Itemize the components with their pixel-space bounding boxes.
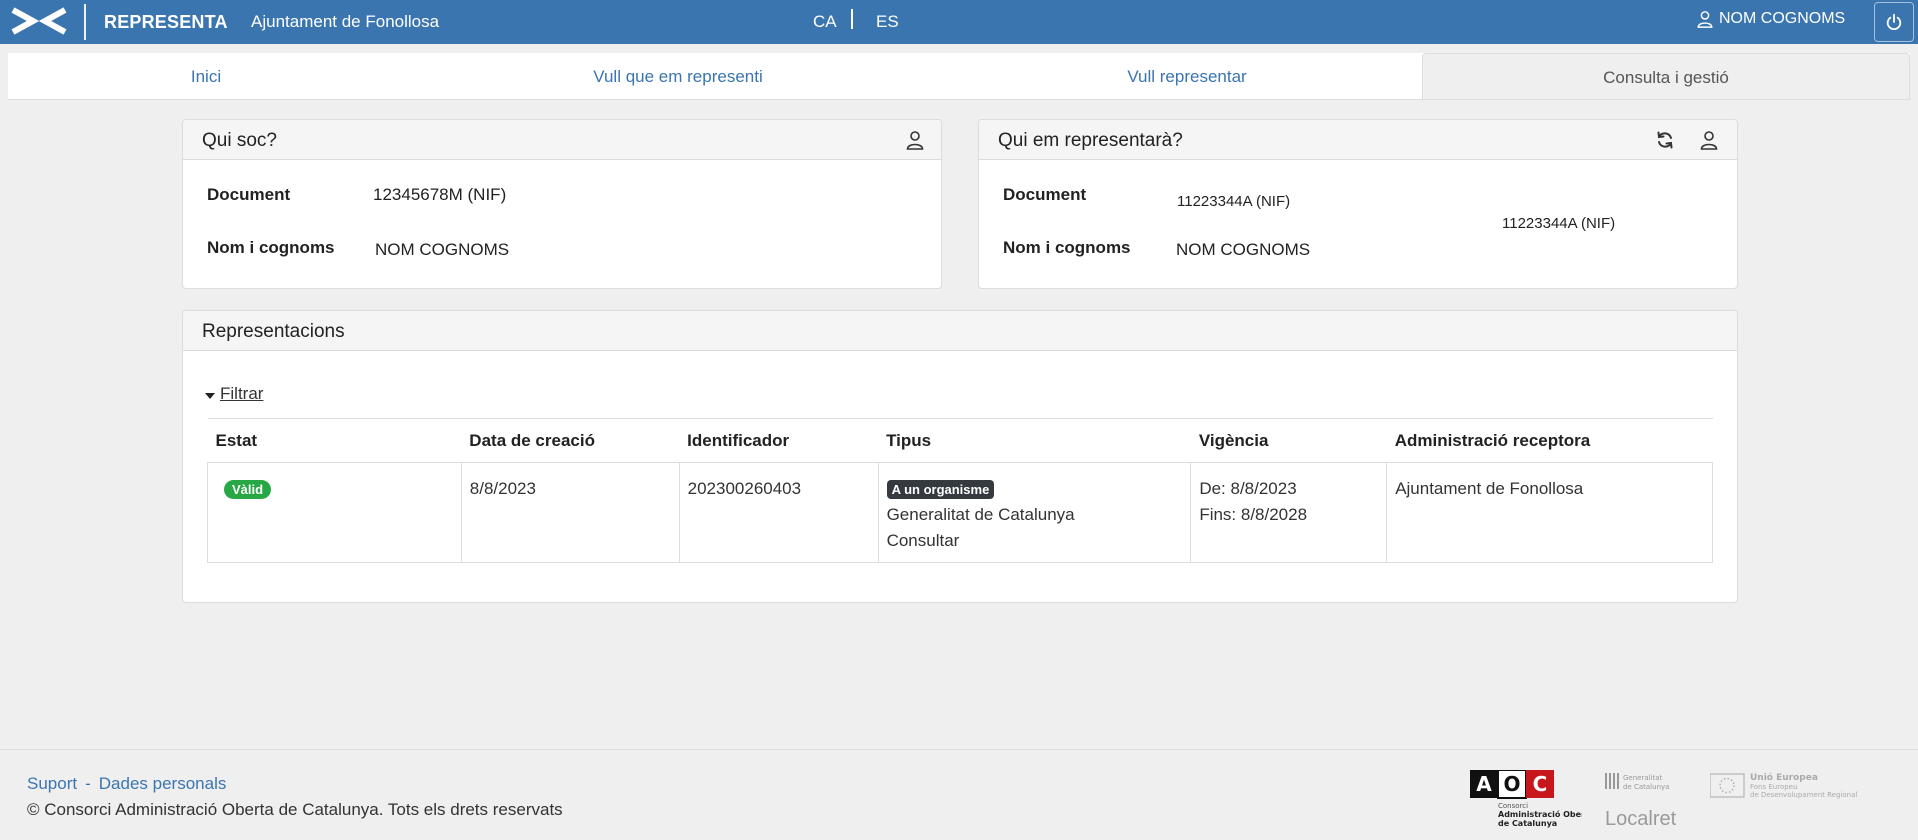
main-tabs: Inici Vull que em representi Vull repres… (8, 53, 1910, 100)
representacions-title: Representacions (202, 321, 345, 342)
localret-logo[interactable]: Localret (1605, 808, 1676, 831)
app-name[interactable]: REPRESENTA (104, 12, 228, 33)
copyright: © Consorci Administració Oberta de Catal… (27, 800, 563, 819)
logout-button[interactable] (1874, 2, 1914, 42)
svg-text:O: O (1503, 772, 1520, 796)
svg-text:A: A (1476, 772, 1492, 796)
user-icon[interactable] (905, 130, 925, 150)
receiving-administration: Ajuntament de Fonollosa (1395, 479, 1584, 498)
tab-vull-que-em-representi[interactable]: Vull que em representi (404, 53, 952, 99)
document-value: 11223344A (NIF) (1177, 193, 1291, 210)
table-header-row: Estat Data de creació Identificador Tipu… (207, 418, 1713, 463)
svg-text:C: C (1533, 772, 1548, 796)
svg-text:Generalitat: Generalitat (1623, 774, 1663, 782)
filter-toggle[interactable]: Filtrar (205, 384, 263, 404)
entity-name: Ajuntament de Fonollosa (251, 12, 440, 31)
cell-data-creacio: 8/8/2023 (460, 462, 680, 563)
column-header-vigencia[interactable]: Vigència (1190, 418, 1387, 463)
language-es-link[interactable]: ES (876, 12, 899, 32)
user-icon (1697, 11, 1713, 28)
tab-consulta-i-gestio[interactable]: Consulta i gestió (1422, 53, 1910, 99)
eu-logo-icon[interactable]: Unió Europea Fons Europeu de Desenvolupa… (1710, 770, 1886, 800)
user-name: NOM COGNOMS (1719, 10, 1846, 27)
cell-identificador: 202300260403 (678, 462, 879, 563)
footer-link-separator: - (85, 774, 91, 793)
top-navbar: REPRESENTA Ajuntament de Fonollosa CA ES… (0, 0, 1918, 44)
name-value: NOM COGNOMS (375, 240, 510, 259)
qui-soc-title: Qui soc? (202, 130, 277, 151)
column-header-administracio[interactable]: Administració receptora (1386, 418, 1713, 463)
qui-soc-panel: Qui soc? Document 12345678M (NIF) Nom i … (182, 119, 942, 289)
column-header-tipus[interactable]: Tipus (878, 418, 1191, 463)
footer-links: Suport - Dades personals (27, 774, 226, 794)
document-label: Document (1003, 185, 1087, 204)
language-divider (851, 9, 853, 29)
column-header-estat[interactable]: Estat (207, 418, 462, 463)
validity-to: Fins: 8/8/2028 (1199, 505, 1308, 524)
svg-text:de Catalunya: de Catalunya (1498, 819, 1557, 828)
cell-tipus: A un organisme Generalitat de Catalunya … (877, 462, 1192, 563)
qui-em-representara-title: Qui em representarà? (998, 130, 1183, 151)
qui-soc-header: Qui soc? (183, 120, 941, 160)
footer: Suport - Dades personals © Consorci Admini… (0, 749, 1918, 840)
tab-inici[interactable]: Inici (8, 53, 404, 99)
table-row[interactable]: Vàlid 8/8/2023 202300260403 A un organis… (207, 462, 1713, 563)
cell-estat: Vàlid (207, 462, 462, 563)
svg-text:Fons Europeu: Fons Europeu (1750, 783, 1797, 791)
document-value-secondary: 11223344A (NIF) (1502, 215, 1616, 232)
svg-text:de Catalunya: de Catalunya (1623, 783, 1669, 791)
name-label: Nom i cognoms (207, 238, 335, 257)
document-label: Document (207, 185, 291, 204)
refresh-icon[interactable] (1655, 130, 1675, 150)
status-badge: Vàlid (224, 480, 272, 499)
name-value: NOM COGNOMS (1176, 240, 1311, 259)
name-label: Nom i cognoms (1003, 238, 1131, 257)
type-badge: A un organisme (886, 480, 995, 499)
identifier: 202300260403 (687, 479, 802, 498)
column-header-identificador[interactable]: Identificador (679, 418, 879, 463)
power-icon (1886, 13, 1902, 31)
svg-text:Administració Oberta: Administració Oberta (1498, 809, 1582, 819)
support-link[interactable]: Suport (27, 774, 77, 793)
svg-text:de Desenvolupament Regional: de Desenvolupament Regional (1750, 791, 1857, 799)
representacions-header: Representacions (183, 311, 1737, 351)
type-action: Consultar (886, 531, 960, 550)
type-organism: Generalitat de Catalunya (886, 505, 1075, 524)
generalitat-logo-icon[interactable]: Generalitat de Catalunya (1605, 770, 1685, 792)
creation-date: 8/8/2023 (469, 479, 536, 498)
representa-logo-icon[interactable] (9, 6, 69, 36)
caret-down-icon (205, 392, 215, 399)
cell-administracio: Ajuntament de Fonollosa (1386, 462, 1713, 563)
user-icon[interactable] (1699, 130, 1719, 150)
filter-label: Filtrar (220, 384, 264, 403)
representacions-table: Estat Data de creació Identificador Tipu… (207, 418, 1713, 563)
aoc-logo-icon[interactable]: A O C Consorci Administració Oberta de C… (1470, 770, 1582, 832)
svg-text:Consorci: Consorci (1498, 802, 1528, 810)
logo-divider (84, 4, 86, 40)
qui-em-representara-header: Qui em representarà? (979, 120, 1737, 160)
qui-em-representara-panel: Qui em representarà? Document 11223344A … (978, 119, 1738, 289)
document-value: 12345678M (NIF) (373, 185, 507, 204)
validity-from: De: 8/8/2023 (1199, 479, 1297, 498)
representacions-panel: Representacions Filtrar Estat Data de cr… (182, 310, 1738, 603)
user-menu[interactable]: NOM COGNOMS (1696, 10, 1845, 28)
language-ca-link[interactable]: CA (813, 12, 837, 32)
cell-vigencia: De: 8/8/2023 Fins: 8/8/2028 (1190, 462, 1388, 563)
column-header-data-creacio[interactable]: Data de creació (461, 418, 680, 463)
tab-vull-representar[interactable]: Vull representar (952, 53, 1422, 99)
svg-text:Unió Europea: Unió Europea (1750, 772, 1818, 783)
personal-data-link[interactable]: Dades personals (99, 774, 227, 793)
